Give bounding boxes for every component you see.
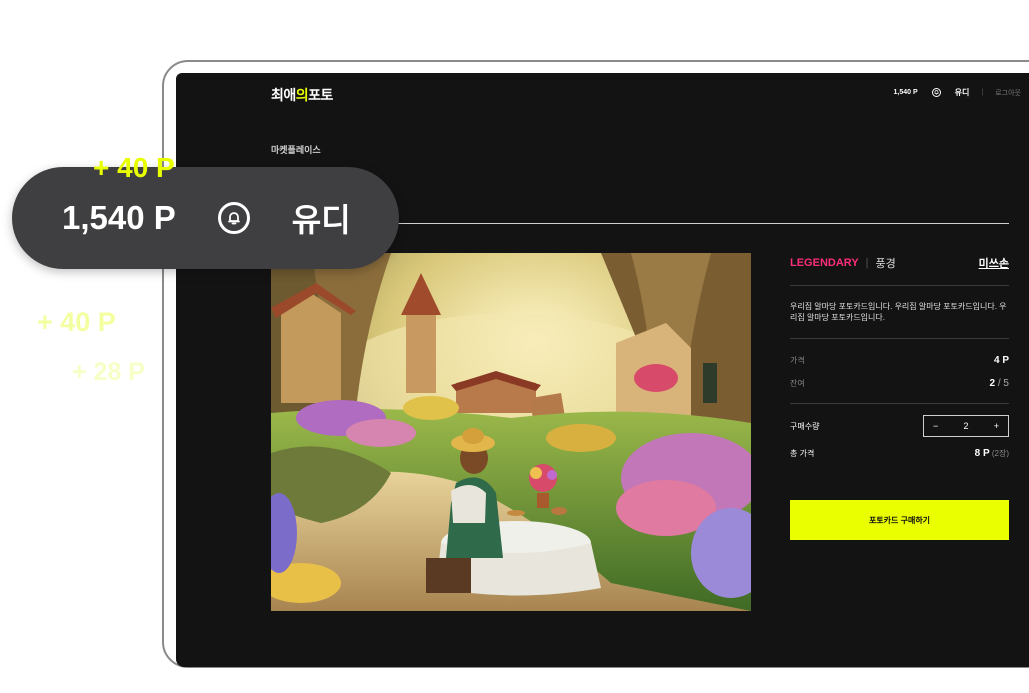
app-logo[interactable]: 최애의포토 [271,85,333,105]
points-gain-label: + 40 P [37,307,116,337]
remaining-label: 잔여 [790,379,805,388]
header-user-area: 1,540 P 유디 | 로그아웃 [894,87,1029,98]
price-value: 4 P [993,355,1009,366]
decrement-button[interactable]: − [933,421,938,431]
increment-button[interactable]: + [994,421,999,431]
quantity-value: 2 [963,421,969,431]
total-price-row: 총 가격 8 P (2장) [790,440,1009,466]
points-callout: 1,540 P 유디 [12,167,399,269]
points-gain-label: + 28 P [72,358,145,386]
header-separator: | [981,89,984,96]
points-gain-label: + 40 P [93,152,175,183]
logo-highlight: 의 [295,87,309,103]
remaining-row: 잔여 2 / 5 [790,372,1009,395]
quantity-row: 구매수량 − 2 + [790,412,1009,440]
divider [790,403,1009,404]
photocard-detail-panel: LEGENDARY | 풍경 미쓰손 우리집 알마당 포토카드입니다. 우리집 … [790,253,1009,540]
logo-prefix: 최애 [271,87,296,103]
price-label: 가격 [790,356,805,365]
quantity-stepper[interactable]: − 2 + [923,415,1009,437]
card-description: 우리집 알마당 포토카드입니다. 우리집 알마당 포토카드입니다. 우리집 알마… [790,302,1007,322]
total-count: (2장) [989,448,1009,458]
photocard-image [271,253,751,611]
quantity-label: 구매수량 [790,421,820,431]
bell-icon[interactable] [217,202,250,234]
logout-link[interactable]: 로그아웃 [995,88,1021,98]
bell-icon[interactable] [931,88,941,97]
price-row: 가격 4 P [790,349,1009,372]
header-username[interactable]: 유디 [955,87,970,98]
rarity-label: LEGENDARY [790,257,859,269]
app-screen: 최애의포토 1,540 P 유디 | 로그아웃 마켓플레이스 LEGENDARY… [176,73,1029,667]
buy-photocard-button[interactable]: 포토카드 구매하기 [790,500,1009,540]
card-header: LEGENDARY | 풍경 미쓰손 [790,253,1009,273]
callout-username: 유디 [291,202,351,238]
logo-suffix: 포토 [308,87,333,103]
total-label: 총 가격 [790,448,815,458]
seller-link[interactable]: 미쓰손 [979,255,1009,271]
total-value: 8 P (2장) [975,448,1009,459]
price-info: 가격 4 P 잔여 2 / 5 [790,339,1009,395]
remaining-total: / 5 [995,378,1009,389]
breadcrumb[interactable]: 마켓플레이스 [271,143,321,156]
total-amount: 8 P [974,447,990,459]
remaining-value: 2 / 5 [990,378,1009,389]
header-points: 1,540 P [893,89,918,96]
top-navigation: 최애의포토 1,540 P 유디 | 로그아웃 [176,73,1029,118]
category-label: 풍경 [875,258,896,270]
callout-points: 1,540 P [62,199,176,236]
rarity-separator: | [865,257,869,269]
